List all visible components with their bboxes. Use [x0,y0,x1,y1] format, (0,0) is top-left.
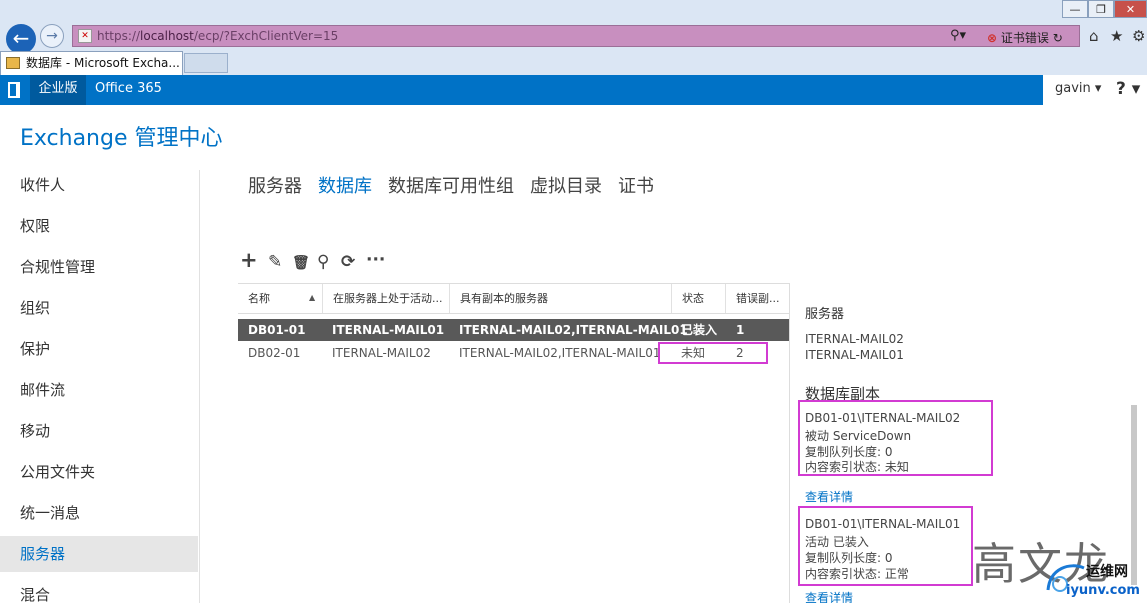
favorites-icon[interactable]: ★ [1110,27,1123,45]
search-icon[interactable]: ⚲ [317,252,329,272]
page-title: Exchange 管理中心 [20,126,223,151]
office-topbar: 企业版 Office 365 gavin ▾ ? ▾ [0,75,1147,105]
sort-asc-icon[interactable]: ▲ [309,293,315,302]
column-header-status[interactable]: 状态 [672,284,726,314]
nav-item-mail-flow[interactable]: 邮件流 [0,372,198,408]
watermark-url: iyunv.com [1066,583,1140,598]
column-header-active-server[interactable]: 在服务器上处于活动... [323,284,450,314]
add-icon[interactable]: + [240,248,258,272]
error-icon: ⊗ [987,31,998,45]
cell-active-server: ITERNAL-MAIL01 [332,323,445,337]
refresh-page-icon[interactable]: ↻ [1053,31,1063,45]
watermark-site: 运维网 [1086,564,1128,580]
header-divider [238,313,789,314]
copy-queue: 复制队列长度: 0 [805,551,893,565]
nav-item-compliance[interactable]: 合规性管理 [0,249,198,285]
cell-copy-servers: ITERNAL-MAIL02,ITERNAL-MAIL01 [459,346,661,360]
tab-certificates[interactable]: 证书 [618,172,654,198]
tab-databases[interactable]: 数据库 [318,172,372,198]
nav-item-organization[interactable]: 组织 [0,290,198,326]
nav-item-recipients[interactable]: 收件人 [0,167,198,203]
grid-divider [789,283,790,603]
search-icon[interactable]: ⚲▾ [950,28,966,43]
address-bar[interactable]: ✕ https://localhost/ecp/?ExchClientVer=1… [72,25,1080,47]
enterprise-link[interactable]: 企业版 [30,75,86,105]
cell-name: DB02-01 [248,346,301,360]
restore-button[interactable]: ❐ [1088,0,1114,18]
office-logo-icon[interactable] [8,82,20,98]
copy-name: DB01-01\ITERNAL-MAIL02 [805,411,961,425]
cell-name: DB01-01 [248,323,306,337]
table-row[interactable]: DB01-01 ITERNAL-MAIL01 ITERNAL-MAIL02,IT… [238,319,789,341]
nav-item-permissions[interactable]: 权限 [0,208,198,244]
tab-favicon-icon [6,57,20,69]
edit-icon[interactable]: ✎ [268,252,282,272]
copy-name: DB01-01\ITERNAL-MAIL01 [805,517,961,531]
nav-item-public-folders[interactable]: 公用文件夹 [0,454,198,490]
view-details-link[interactable]: 查看详情 [805,589,853,603]
cell-active-server: ITERNAL-MAIL02 [332,346,431,360]
cell-copy-servers: ITERNAL-MAIL02,ITERNAL-MAIL01 [459,323,688,337]
copy-state: 活动 已装入 [805,535,869,549]
highlight-box [658,342,768,364]
view-details-link[interactable]: 查看详情 [805,488,853,505]
delete-icon[interactable]: 🗑 [292,255,310,271]
copy-index: 内容索引状态: 正常 [805,567,909,581]
details-server: ITERNAL-MAIL02 [805,332,904,346]
nav-item-hybrid[interactable]: 混合 [0,577,198,613]
tab-servers[interactable]: 服务器 [248,172,302,198]
nav-item-unified-messaging[interactable]: 统一消息 [0,495,198,531]
home-icon[interactable]: ⌂ [1089,27,1099,45]
column-header-errors[interactable]: 错误副... [726,284,789,314]
minimize-button[interactable]: — [1062,0,1088,18]
details-scrollbar[interactable] [1131,405,1137,585]
tab-virtual-directories[interactable]: 虚拟目录 [530,172,602,198]
gear-icon[interactable]: ⚙ [1132,27,1145,45]
address-url[interactable]: https://localhost/ecp/?ExchClientVer=15 [97,29,338,43]
copy-index: 内容索引状态: 未知 [805,460,909,474]
cert-warning-icon: ✕ [78,29,92,43]
cert-error-badge[interactable]: ⊗ 证书错误 ↻ [987,29,1063,46]
more-icon[interactable]: ··· [366,250,385,270]
cell-errors: 1 [736,323,745,337]
copy-state: 被动 ServiceDown [805,429,912,443]
nav-item-mobile[interactable]: 移动 [0,413,198,449]
browser-tab[interactable]: 数据库 - Microsoft Excha... [0,51,183,75]
close-window-button[interactable]: ✕ [1114,0,1147,18]
details-servers-heading: 服务器 [805,307,845,320]
left-navigation: 收件人 权限 合规性管理 组织 保护 邮件流 移动 公用文件夹 统一消息 服务器… [0,165,200,604]
cell-status: 已装入 [681,323,718,337]
details-server: ITERNAL-MAIL01 [805,348,904,362]
user-menu[interactable]: gavin ▾ [1043,75,1108,105]
forward-icon[interactable]: → [40,24,64,48]
tab-dag[interactable]: 数据库可用性组 [388,172,514,198]
new-tab-button[interactable] [184,53,228,73]
nav-item-servers[interactable]: 服务器 [0,536,198,572]
nav-divider [199,170,200,603]
column-header-copy-servers[interactable]: 具有副本的服务器 [450,284,672,314]
refresh-icon[interactable]: ⟳ [341,252,355,272]
nav-item-protection[interactable]: 保护 [0,331,198,367]
office365-link[interactable]: Office 365 [95,75,162,103]
help-menu[interactable]: ? ▾ [1108,75,1147,105]
